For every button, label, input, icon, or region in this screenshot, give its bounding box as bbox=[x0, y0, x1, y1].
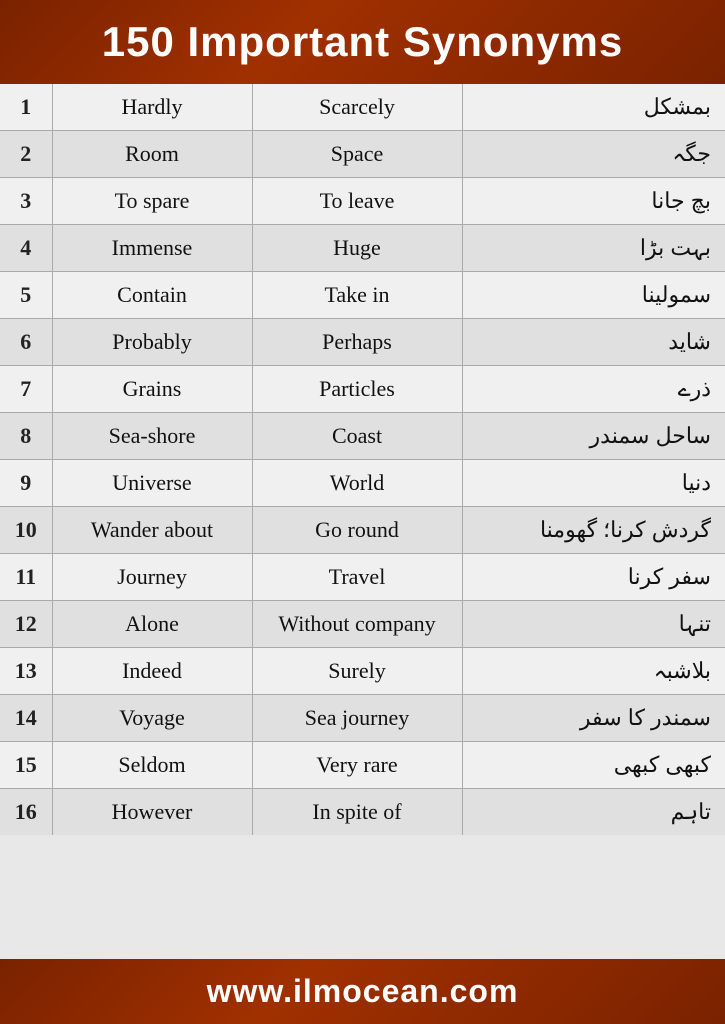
table-row: 14VoyageSea journeyسمندر کا سفر bbox=[0, 695, 725, 742]
row-number: 3 bbox=[0, 178, 52, 225]
table-row: 8Sea-shoreCoastساحل سمندر bbox=[0, 413, 725, 460]
row-number: 1 bbox=[0, 84, 52, 131]
row-word: Voyage bbox=[52, 695, 252, 742]
table-row: 9UniverseWorldدنیا bbox=[0, 460, 725, 507]
table-row: 4ImmenseHugeبہت بڑا bbox=[0, 225, 725, 272]
row-word: Universe bbox=[52, 460, 252, 507]
row-number: 2 bbox=[0, 131, 52, 178]
row-urdu: جگہ bbox=[462, 131, 725, 178]
row-number: 5 bbox=[0, 272, 52, 319]
row-urdu: تنہا bbox=[462, 601, 725, 648]
row-word: Probably bbox=[52, 319, 252, 366]
row-word: Immense bbox=[52, 225, 252, 272]
table-row: 7GrainsParticlesذرے bbox=[0, 366, 725, 413]
row-number: 7 bbox=[0, 366, 52, 413]
row-word: Grains bbox=[52, 366, 252, 413]
footer-url: www.ilmocean.com bbox=[207, 973, 519, 1009]
row-number: 12 bbox=[0, 601, 52, 648]
row-synonym: To leave bbox=[252, 178, 462, 225]
row-synonym: Very rare bbox=[252, 742, 462, 789]
table-row: 6ProbablyPerhapsشاید bbox=[0, 319, 725, 366]
row-word: Indeed bbox=[52, 648, 252, 695]
row-synonym: Without company bbox=[252, 601, 462, 648]
table-row: 10Wander aboutGo roundگردش کرنا؛ گھومنا bbox=[0, 507, 725, 554]
row-word: Sea-shore bbox=[52, 413, 252, 460]
row-number: 8 bbox=[0, 413, 52, 460]
row-urdu: سفر کرنا bbox=[462, 554, 725, 601]
row-word: Room bbox=[52, 131, 252, 178]
row-word: Alone bbox=[52, 601, 252, 648]
row-synonym: Take in bbox=[252, 272, 462, 319]
row-word: However bbox=[52, 789, 252, 836]
row-urdu: سمولینا bbox=[462, 272, 725, 319]
row-synonym: Coast bbox=[252, 413, 462, 460]
row-number: 6 bbox=[0, 319, 52, 366]
row-number: 14 bbox=[0, 695, 52, 742]
row-synonym: Huge bbox=[252, 225, 462, 272]
row-synonym: In spite of bbox=[252, 789, 462, 836]
row-synonym: Travel bbox=[252, 554, 462, 601]
header: 150 Important Synonyms bbox=[0, 0, 725, 84]
row-synonym: Sea journey bbox=[252, 695, 462, 742]
row-urdu: گردش کرنا؛ گھومنا bbox=[462, 507, 725, 554]
row-synonym: Perhaps bbox=[252, 319, 462, 366]
row-synonym: Go round bbox=[252, 507, 462, 554]
row-number: 11 bbox=[0, 554, 52, 601]
row-word: Wander about bbox=[52, 507, 252, 554]
row-word: To spare bbox=[52, 178, 252, 225]
synonyms-table: 1HardlyScarcelyبمشکل2RoomSpaceجگہ3To spa… bbox=[0, 84, 725, 835]
row-number: 4 bbox=[0, 225, 52, 272]
table-row: 1HardlyScarcelyبمشکل bbox=[0, 84, 725, 131]
row-urdu: بچ جانا bbox=[462, 178, 725, 225]
table-row: 15SeldomVery rareکبھی کبھی bbox=[0, 742, 725, 789]
row-urdu: ذرے bbox=[462, 366, 725, 413]
row-synonym: World bbox=[252, 460, 462, 507]
table-row: 13IndeedSurelyبلاشبہ bbox=[0, 648, 725, 695]
row-synonym: Space bbox=[252, 131, 462, 178]
page-title: 150 Important Synonyms bbox=[20, 18, 705, 66]
row-synonym: Scarcely bbox=[252, 84, 462, 131]
row-number: 16 bbox=[0, 789, 52, 836]
row-word: Hardly bbox=[52, 84, 252, 131]
row-urdu: ساحل سمندر bbox=[462, 413, 725, 460]
table-row: 5ContainTake inسمولینا bbox=[0, 272, 725, 319]
table-row: 11JourneyTravelسفر کرنا bbox=[0, 554, 725, 601]
row-number: 13 bbox=[0, 648, 52, 695]
row-urdu: بہت بڑا bbox=[462, 225, 725, 272]
table-row: 12AloneWithout companyتنہا bbox=[0, 601, 725, 648]
footer: www.ilmocean.com bbox=[0, 959, 725, 1024]
row-number: 10 bbox=[0, 507, 52, 554]
table-wrapper: ilmoceanilmocean 1HardlyScarcelyبمشکل2Ro… bbox=[0, 84, 725, 959]
row-synonym: Particles bbox=[252, 366, 462, 413]
table-row: 2RoomSpaceجگہ bbox=[0, 131, 725, 178]
row-urdu: دنیا bbox=[462, 460, 725, 507]
row-urdu: کبھی کبھی bbox=[462, 742, 725, 789]
row-number: 15 bbox=[0, 742, 52, 789]
row-synonym: Surely bbox=[252, 648, 462, 695]
row-number: 9 bbox=[0, 460, 52, 507]
row-urdu: بلاشبہ bbox=[462, 648, 725, 695]
row-word: Seldom bbox=[52, 742, 252, 789]
row-urdu: شاید bbox=[462, 319, 725, 366]
table-row: 3To spareTo leaveبچ جانا bbox=[0, 178, 725, 225]
row-word: Contain bbox=[52, 272, 252, 319]
row-urdu: تاہم bbox=[462, 789, 725, 836]
row-urdu: سمندر کا سفر bbox=[462, 695, 725, 742]
row-urdu: بمشکل bbox=[462, 84, 725, 131]
row-word: Journey bbox=[52, 554, 252, 601]
table-row: 16HoweverIn spite ofتاہم bbox=[0, 789, 725, 836]
